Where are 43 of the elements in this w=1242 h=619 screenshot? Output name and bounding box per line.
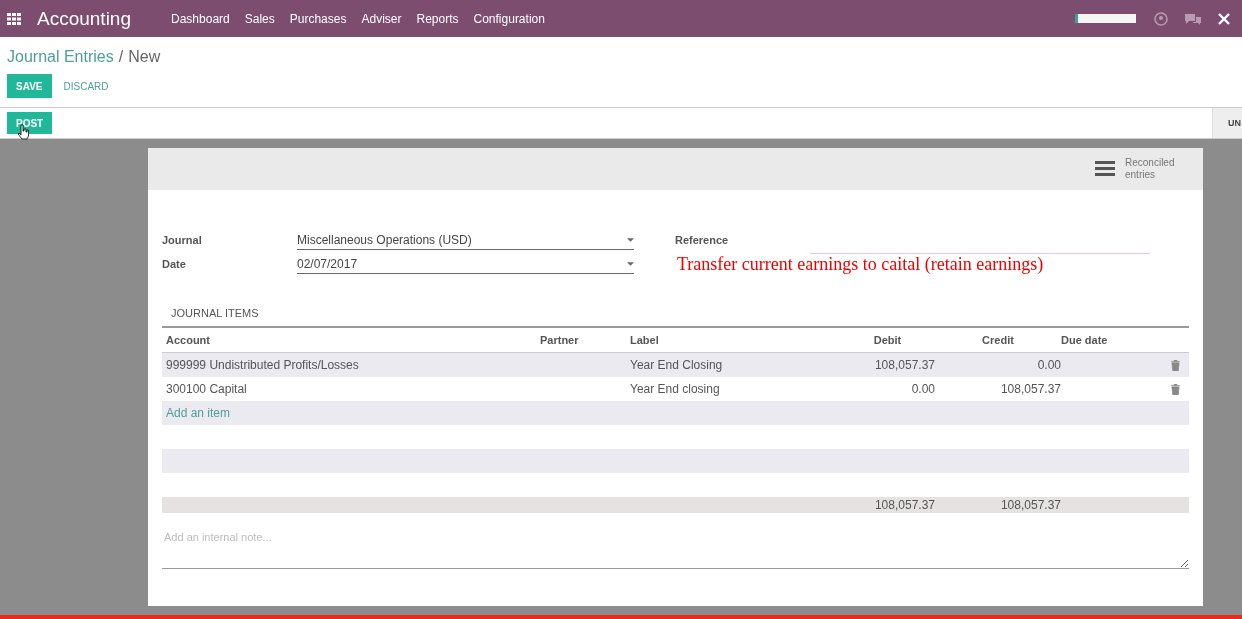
status-button[interactable]: UN bbox=[1212, 108, 1242, 138]
chat-icon[interactable] bbox=[1184, 11, 1202, 26]
journal-items-tab[interactable]: JOURNAL ITEMS bbox=[171, 307, 259, 319]
select-field[interactable]: Miscellaneous Operations (USD) bbox=[297, 230, 634, 250]
breadcrumb-separator: / bbox=[118, 48, 124, 66]
menu-item[interactable]: Configuration bbox=[473, 11, 545, 26]
column-header[interactable]: Credit bbox=[935, 334, 1061, 346]
field-label: Reference bbox=[675, 234, 730, 246]
menu-item[interactable]: Sales bbox=[244, 11, 275, 26]
table-cell-text: 0.00 bbox=[910, 382, 935, 396]
trash-icon[interactable] bbox=[1171, 359, 1180, 371]
app-title: Accounting bbox=[37, 7, 131, 30]
table-cell-text: Year End Closing bbox=[630, 358, 724, 372]
close-icon[interactable] bbox=[1218, 12, 1230, 25]
apps-icon[interactable] bbox=[7, 12, 21, 25]
annotation-text: Transfer current earnings to caital (retain earnings) bbox=[676, 254, 1045, 275]
breadcrumb-current: New bbox=[128, 48, 161, 66]
trash-icon[interactable] bbox=[1171, 383, 1180, 395]
debit-total: 108,057.37 bbox=[873, 498, 935, 512]
menu-item[interactable]: Adviser bbox=[361, 11, 402, 26]
table-cell-text: 999999 Undistributed Profits/Losses bbox=[165, 358, 360, 372]
table-cell-text: 108,057.37 bbox=[999, 382, 1061, 396]
input-field[interactable] bbox=[1075, 14, 1136, 23]
menu-item[interactable]: Purchases bbox=[289, 11, 347, 26]
menu-item[interactable]: Reports bbox=[416, 11, 459, 26]
table-cell-text: 300100 Capital bbox=[165, 382, 248, 396]
column-header[interactable]: Partner bbox=[540, 334, 630, 346]
menu-item[interactable]: Dashboard bbox=[171, 11, 230, 26]
credit-total: 108,057.37 bbox=[999, 498, 1061, 512]
table-cell-text: 108,057.37 bbox=[873, 358, 935, 372]
field-label: Date bbox=[162, 258, 187, 270]
select-field[interactable]: 02/07/2017 bbox=[297, 254, 634, 274]
column-header[interactable]: Due date bbox=[1061, 334, 1161, 346]
table-cell-text: 0.00 bbox=[1036, 358, 1061, 372]
caret-icon bbox=[627, 261, 634, 266]
caret-icon bbox=[627, 237, 634, 242]
column-header[interactable]: Account bbox=[162, 334, 540, 346]
list-icon bbox=[1095, 161, 1115, 177]
column-header[interactable]: Label bbox=[630, 334, 780, 346]
table-cell-text: Year End closing bbox=[630, 382, 721, 396]
reconciled-entries-button[interactable]: Reconciled entries bbox=[1085, 148, 1203, 190]
field-label: Journal bbox=[162, 234, 203, 246]
column-header[interactable]: Debit bbox=[780, 334, 935, 346]
